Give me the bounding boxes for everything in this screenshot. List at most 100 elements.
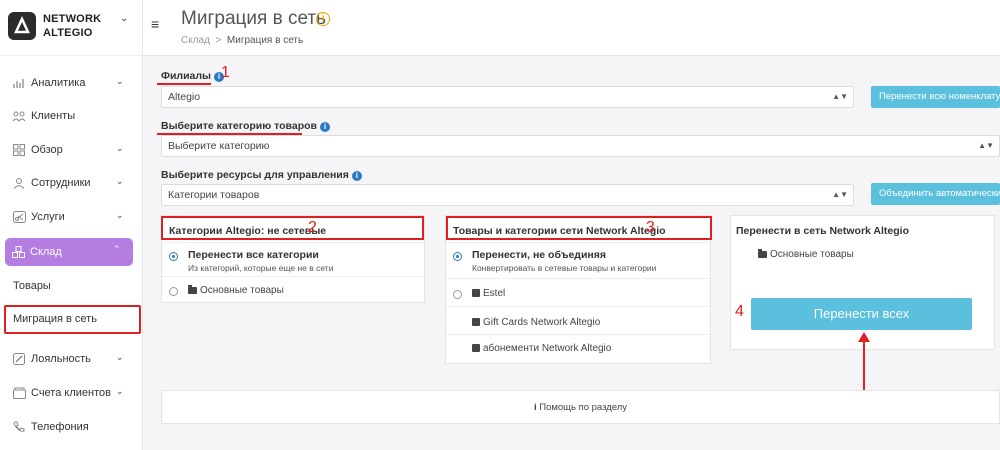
transfer-no-merge-radio[interactable] xyxy=(453,252,462,261)
breadcrumb-current: Миграция в сеть xyxy=(226,35,304,46)
chevron-down-icon[interactable]: ⌄ xyxy=(120,13,128,24)
sidebar-item-analytics[interactable]: Аналитика ⌄ xyxy=(0,70,143,96)
breadcrumb-root[interactable]: Склад xyxy=(181,35,210,46)
resources-select-value: Категории товаров xyxy=(168,189,260,201)
chevron-down-icon: ⌄ xyxy=(116,176,124,186)
chevron-down-icon: ⌄ xyxy=(116,76,124,86)
sidebar-item-label: Аналитика xyxy=(31,77,86,89)
sidebar-item-loyalty[interactable]: Лояльность ⌄ xyxy=(0,346,143,372)
breadcrumb: Склад > Миграция в сеть xyxy=(181,35,303,46)
brand-logo-icon xyxy=(8,12,36,40)
sidebar-item-services[interactable]: Услуги ⌄ xyxy=(0,204,143,230)
info-icon[interactable]: i xyxy=(316,12,330,26)
category-select[interactable]: Выберите категорию ▲▼ xyxy=(161,135,1000,157)
chevron-down-icon: ⌄ xyxy=(116,386,124,396)
sidebar-item-label: Услуги xyxy=(31,211,65,223)
tag-icon xyxy=(472,318,480,326)
branches-select-value: Altegio xyxy=(168,91,201,103)
warehouse-icon xyxy=(11,245,25,259)
hamburger-menu-icon[interactable]: ≡ xyxy=(151,16,159,32)
brand[interactable]: NETWORK ALTEGIO ⌄ xyxy=(0,0,143,56)
sidebar-subitem-products[interactable]: Товары xyxy=(13,280,51,292)
annotation-box xyxy=(446,216,712,240)
chevron-down-icon: ⌄ xyxy=(116,352,124,362)
help-label: Помощь по разделу xyxy=(539,402,628,413)
clients-icon xyxy=(12,109,26,123)
sidebar: NETWORK ALTEGIO ⌄ Аналитика ⌄ Клиенты Об… xyxy=(0,0,143,450)
branches-label: Филиалы i xyxy=(161,70,225,82)
sidebar-item-label: Сотрудники xyxy=(31,177,91,189)
estel-radio[interactable] xyxy=(453,290,462,299)
tag-icon xyxy=(472,344,480,352)
sidebar-item-overview[interactable]: Обзор ⌄ xyxy=(0,137,143,163)
page-header: ≡ Миграция в сеть i Склад > Миграция в с… xyxy=(143,0,1000,56)
branches-label-text: Филиалы xyxy=(161,70,212,82)
sidebar-item-phone[interactable]: Телефония xyxy=(0,414,143,440)
list-item: Основные товары xyxy=(758,249,854,260)
divider xyxy=(446,242,710,243)
brand-line2: ALTEGIO xyxy=(43,27,93,39)
chevron-up-icon: ⌃ xyxy=(113,244,121,254)
resources-select[interactable]: Категории товаров ▲▼ xyxy=(161,184,854,206)
transfer-all-radio[interactable] xyxy=(169,252,178,261)
divider xyxy=(446,278,710,279)
list-item: Estel xyxy=(472,288,505,299)
annotation-underline xyxy=(157,83,211,85)
brand-name: NETWORK ALTEGIO xyxy=(43,12,101,40)
info-icon: i xyxy=(533,402,537,413)
info-icon: i xyxy=(319,122,330,132)
resources-label: Выберите ресурсы для управления i xyxy=(161,169,362,181)
resources-label-text: Выберите ресурсы для управления xyxy=(161,169,349,181)
sidebar-item-label: Склад xyxy=(30,246,62,258)
divider xyxy=(446,306,710,307)
sidebar-item-label: Клиенты xyxy=(31,110,76,122)
help-section[interactable]: i Помощь по разделу xyxy=(161,390,1000,424)
breadcrumb-separator: > xyxy=(215,35,222,46)
sidebar-item-label: Обзор xyxy=(31,144,63,156)
annotation-box-migration xyxy=(4,305,141,334)
list-item-label: Основные товары xyxy=(200,285,284,296)
analytics-icon xyxy=(12,76,26,90)
sidebar-item-label: Счета клиентов xyxy=(31,387,111,399)
list-item: Основные товары xyxy=(188,285,284,296)
info-icon: i xyxy=(351,171,362,181)
sidebar-item-staff[interactable]: Сотрудники ⌄ xyxy=(0,170,143,196)
annotation-number-3: 3 xyxy=(646,219,655,236)
category-label-text: Выберите категорию товаров xyxy=(161,120,317,132)
sidebar-item-clients[interactable]: Клиенты xyxy=(0,103,143,129)
list-item-label: абонементи Network Altegio xyxy=(483,343,612,354)
sidebar-item-label: Лояльность xyxy=(31,353,91,365)
list-item[interactable]: Gift Cards Network Altegio xyxy=(472,317,600,328)
select-arrows-icon: ▲▼ xyxy=(832,92,848,101)
option-title: Перенести все категории xyxy=(188,249,319,261)
merge-automatically-button[interactable]: Объединить автоматически xyxy=(871,183,1000,205)
tag-icon xyxy=(472,289,480,297)
list-item-label: Основные товары xyxy=(770,249,854,260)
chevron-down-icon: ⌄ xyxy=(116,210,124,220)
category-label: Выберите категорию товаров i xyxy=(161,120,330,132)
branches-select[interactable]: Altegio ▲▼ xyxy=(161,86,854,108)
page-title: Миграция в сеть xyxy=(181,8,326,29)
sidebar-item-accounts[interactable]: Счета клиентов ⌄ xyxy=(0,380,143,406)
divider xyxy=(162,276,424,277)
category-select-value: Выберите категорию xyxy=(168,140,270,152)
option-subtitle: Конвертировать в сетевые товары и катего… xyxy=(472,263,657,273)
select-arrows-icon: ▲▼ xyxy=(832,190,848,199)
divider xyxy=(446,334,710,335)
list-item-label: Gift Cards Network Altegio xyxy=(483,317,601,328)
annotation-number-1: 1 xyxy=(221,64,230,81)
overview-icon xyxy=(12,143,26,157)
annotation-number-2: 2 xyxy=(308,219,317,236)
transfer-all-button[interactable]: Перенести всех xyxy=(751,298,972,330)
loyalty-icon xyxy=(12,352,26,366)
transfer-all-nomenclature-button[interactable]: Перенести всю номенклатуру xyxy=(871,86,1000,108)
folder-icon xyxy=(188,285,197,294)
folder-icon xyxy=(758,249,767,258)
list-item[interactable]: абонементи Network Altegio xyxy=(472,343,611,354)
phone-icon xyxy=(12,420,26,434)
sidebar-item-warehouse[interactable]: Склад ⌃ xyxy=(5,238,133,266)
divider xyxy=(162,242,424,243)
annotation-box xyxy=(161,216,424,240)
main-products-radio[interactable] xyxy=(169,287,178,296)
chevron-down-icon: ⌄ xyxy=(116,143,124,153)
